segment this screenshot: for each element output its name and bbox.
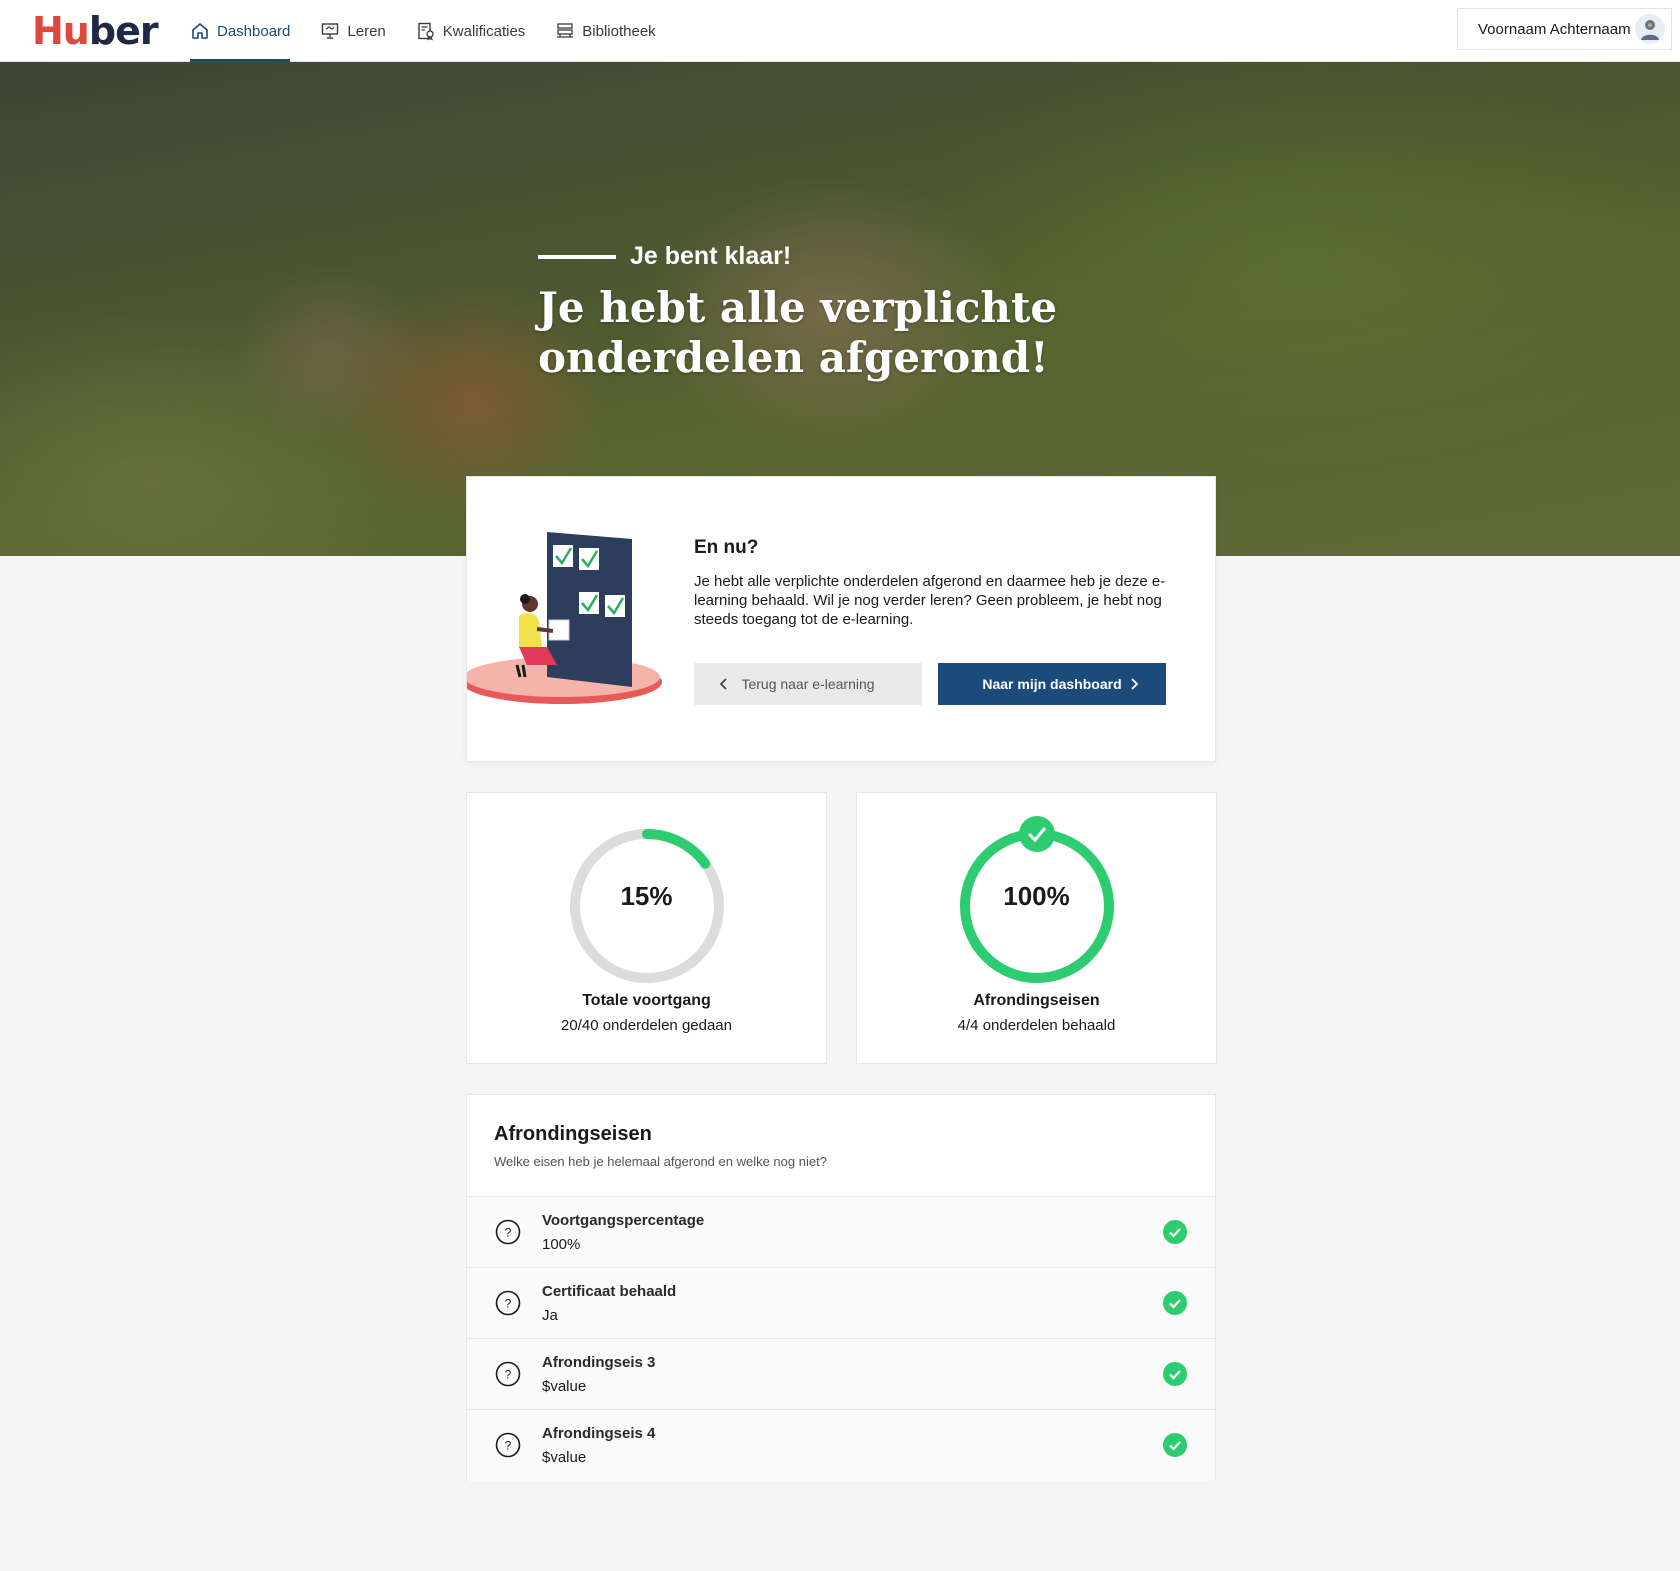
logo-text-start: Hu bbox=[32, 9, 90, 53]
progress-label: Totale voortgang bbox=[582, 992, 711, 1009]
next-steps-text: Je hebt alle verplichte onderdelen afger… bbox=[694, 573, 1166, 628]
requirements-subtitle: Welke eisen heb je helemaal afgerond en … bbox=[494, 1154, 827, 1169]
requirements-title: Afrondingseisen bbox=[494, 1123, 652, 1145]
requirement-value: 100% bbox=[542, 1236, 581, 1253]
svg-text:?: ? bbox=[505, 1226, 512, 1240]
requirement-value: Ja bbox=[542, 1307, 558, 1324]
hero-eyebrow: Je bent klaar! bbox=[538, 242, 1098, 271]
nav-item-label: Dashboard bbox=[217, 22, 291, 40]
certificate-icon bbox=[418, 22, 434, 41]
requirement-value: $value bbox=[542, 1378, 587, 1395]
requirement-name: Certificaat behaald bbox=[542, 1283, 677, 1300]
eyebrow-text: Je bent klaar! bbox=[630, 242, 792, 270]
nav-item-dashboard[interactable]: Dashboard bbox=[190, 0, 291, 62]
question-mark-icon[interactable]: ? bbox=[495, 1361, 521, 1387]
logo-text-b: b bbox=[88, 9, 116, 53]
requirement-value: $value bbox=[542, 1449, 587, 1466]
progress-subtext: 4/4 onderdelen behaald bbox=[957, 1017, 1116, 1034]
progress-label: Afrondingseisen bbox=[973, 992, 1100, 1009]
nav-item-kwalificaties[interactable]: Kwalificaties bbox=[416, 0, 526, 62]
huber-logo[interactable]: Huber bbox=[32, 9, 159, 53]
requirements-list-card: Afrondingseisen Welke eisen heb je helem… bbox=[466, 1094, 1216, 1481]
next-steps-title: En nu? bbox=[694, 537, 759, 558]
nav-item-leren[interactable]: Leren bbox=[320, 0, 386, 62]
dashboard-button-label: Naar mijn dashboard bbox=[982, 676, 1122, 692]
svg-text:?: ? bbox=[505, 1368, 512, 1382]
check-circle-icon bbox=[1163, 1220, 1187, 1244]
requirement-name: Afrondingseis 4 bbox=[542, 1425, 656, 1442]
requirement-row: ? Afrondingseis 4 $value bbox=[467, 1410, 1215, 1481]
nav-item-bibliotheek[interactable]: Bibliotheek bbox=[555, 0, 656, 62]
check-circle-icon bbox=[1163, 1291, 1187, 1315]
hero-text: Je bent klaar! Je hebt alle verplichte o… bbox=[538, 242, 1098, 383]
progress-percentage: 15% bbox=[620, 881, 673, 911]
question-mark-icon[interactable]: ? bbox=[495, 1290, 521, 1316]
top-navigation-bar: Huber Dashboard Leren Kwalificaties Bibl… bbox=[0, 0, 1680, 62]
main-nav: Dashboard Leren Kwalificaties Bibliothee… bbox=[190, 0, 686, 62]
back-to-elearning-button[interactable]: Terug naar e-learning bbox=[694, 663, 922, 705]
checklist-illustration bbox=[467, 532, 662, 704]
requirement-row: ? Voortgangspercentage 100% bbox=[467, 1197, 1215, 1268]
avatar-person-icon bbox=[1641, 20, 1659, 40]
total-progress-card: 15% Totale voortgang 20/40 onderdelen ge… bbox=[466, 792, 827, 1064]
logo-text-end: er bbox=[115, 9, 159, 53]
chevron-right-icon bbox=[1131, 678, 1139, 690]
eyebrow-line bbox=[538, 254, 616, 259]
requirements-header: Afrondingseisen Welke eisen heb je helem… bbox=[467, 1095, 1215, 1197]
library-icon bbox=[557, 23, 574, 38]
hero-title: Je hebt alle verplichte onderdelen afger… bbox=[538, 283, 1058, 382]
nav-item-label: Kwalificaties bbox=[442, 22, 526, 40]
avatar bbox=[1635, 14, 1665, 44]
question-mark-icon[interactable]: ? bbox=[495, 1219, 521, 1245]
svg-text:?: ? bbox=[505, 1439, 512, 1453]
svg-text:?: ? bbox=[505, 1297, 512, 1311]
completion-requirements-card: 100% Afrondingseisen 4/4 onderdelen beha… bbox=[856, 792, 1217, 1064]
home-icon bbox=[192, 23, 208, 39]
check-circle-icon bbox=[1163, 1433, 1187, 1457]
chevron-left-icon bbox=[719, 678, 727, 690]
nav-item-label: Leren bbox=[347, 22, 386, 40]
requirement-name: Afrondingseis 3 bbox=[542, 1354, 656, 1371]
check-circle-icon bbox=[1163, 1362, 1187, 1386]
requirement-row: ? Afrondingseis 3 $value bbox=[467, 1339, 1215, 1410]
progress-subtext: 20/40 onderdelen gedaan bbox=[561, 1017, 732, 1034]
progress-percentage: 100% bbox=[1003, 881, 1070, 911]
complete-badge-icon bbox=[1019, 816, 1055, 852]
user-name: Voornaam Achternaam bbox=[1478, 20, 1631, 38]
presentation-icon bbox=[322, 23, 339, 39]
back-button-label: Terug naar e-learning bbox=[741, 676, 875, 692]
question-mark-icon[interactable]: ? bbox=[495, 1432, 521, 1458]
requirement-name: Voortgangspercentage bbox=[542, 1212, 705, 1229]
user-menu[interactable]: Voornaam Achternaam bbox=[1457, 8, 1672, 50]
requirement-row: ? Certificaat behaald Ja bbox=[467, 1268, 1215, 1339]
next-steps-card: En nu? Je hebt alle verplichte onderdele… bbox=[466, 476, 1216, 762]
nav-item-label: Bibliotheek bbox=[582, 22, 656, 40]
go-to-dashboard-button[interactable]: Naar mijn dashboard bbox=[938, 663, 1166, 705]
